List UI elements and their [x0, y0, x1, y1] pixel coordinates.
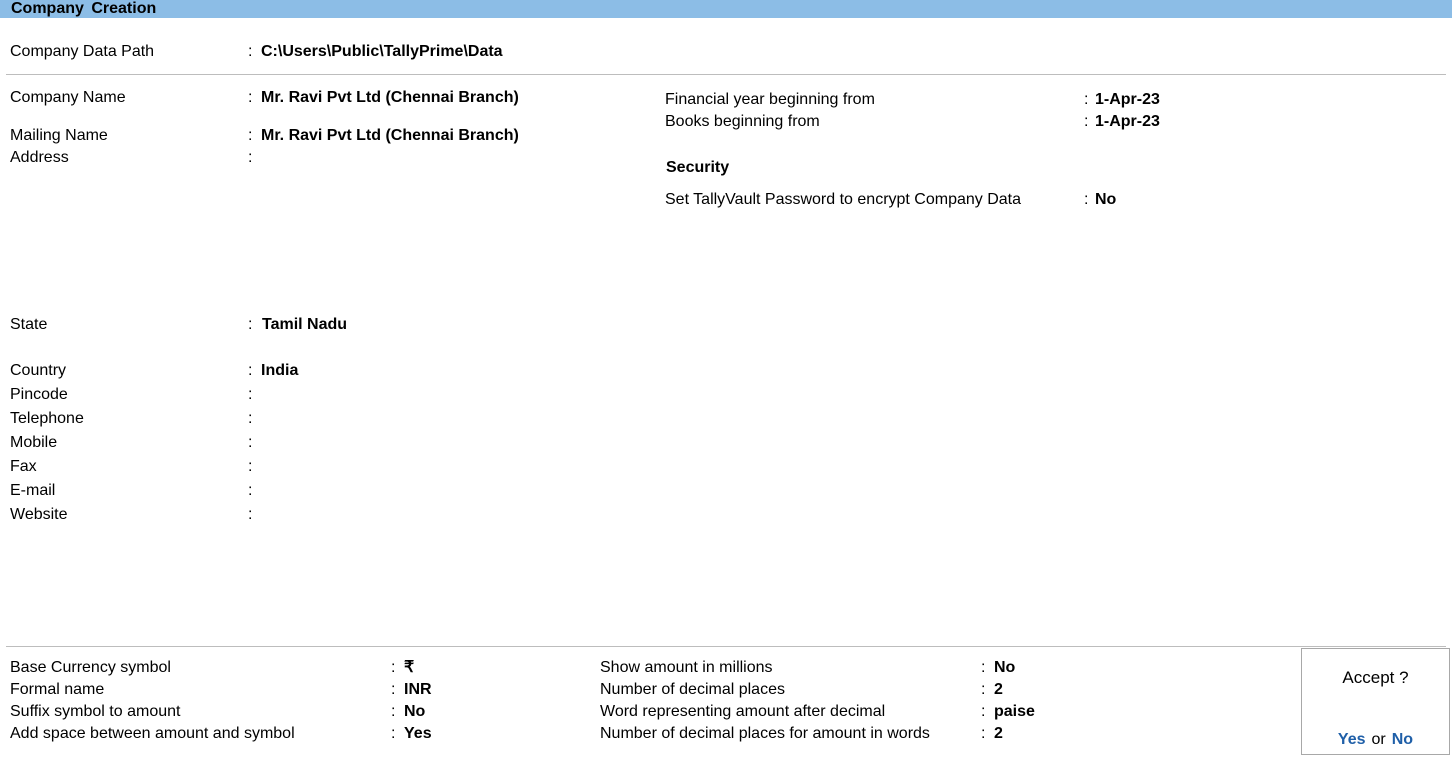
decimal-places-words-field[interactable]: 2 — [994, 724, 1003, 744]
colon: : — [248, 482, 253, 499]
security-heading: Security — [666, 159, 730, 176]
mailing-name-field[interactable]: Mr. Ravi Pvt Ltd (Chennai Branch) — [261, 126, 519, 146]
colon: : — [248, 127, 253, 144]
colon: : — [248, 386, 253, 403]
colon: : — [248, 316, 253, 333]
financial-year-field[interactable]: 1-Apr-23 — [1095, 90, 1160, 110]
accept-yes-button[interactable]: Yes — [1338, 731, 1366, 748]
suffix-symbol-label: Suffix symbol to amount — [10, 703, 181, 720]
colon: : — [248, 410, 253, 427]
books-beginning-label: Books beginning from — [665, 113, 820, 130]
telephone-label: Telephone — [10, 410, 84, 427]
title-bar: Company Creation — [0, 0, 1452, 18]
accept-no-button[interactable]: No — [1392, 731, 1413, 748]
country-field[interactable]: India — [261, 361, 298, 381]
colon: : — [248, 362, 253, 379]
mobile-label: Mobile — [10, 434, 58, 451]
colon: : — [391, 703, 396, 720]
country-label: Country — [10, 362, 67, 379]
accept-options: Yes or No — [1302, 731, 1449, 749]
colon: : — [1084, 113, 1089, 130]
suffix-symbol-field[interactable]: No — [404, 702, 425, 722]
add-space-label: Add space between amount and symbol — [10, 725, 295, 742]
colon: : — [981, 681, 986, 698]
base-currency-label: Base Currency symbol — [10, 659, 171, 676]
company-data-path-field[interactable]: C:\Users\Public\TallyPrime\Data — [261, 42, 503, 62]
formal-name-label: Formal name — [10, 681, 105, 698]
colon: : — [248, 89, 253, 106]
email-label: E-mail — [10, 482, 56, 499]
state-label: State — [10, 316, 48, 333]
financial-year-label: Financial year beginning from — [665, 91, 875, 108]
mailing-name-label: Mailing Name — [10, 127, 108, 144]
colon: : — [248, 506, 253, 523]
accept-question: Accept ? — [1342, 668, 1409, 687]
website-label: Website — [10, 506, 68, 523]
tallyvault-field[interactable]: No — [1095, 190, 1116, 210]
colon: : — [391, 725, 396, 742]
decimal-places-field[interactable]: 2 — [994, 680, 1003, 700]
accept-or-text: or — [1371, 731, 1386, 748]
add-space-field[interactable]: Yes — [404, 724, 432, 744]
page-title: Company Creation — [11, 0, 157, 17]
tallyvault-label: Set TallyVault Password to encrypt Compa… — [665, 191, 1022, 208]
address-label: Address — [10, 149, 69, 166]
company-name-label: Company Name — [10, 89, 126, 106]
colon: : — [981, 703, 986, 720]
divider — [6, 74, 1446, 75]
colon: : — [248, 434, 253, 451]
colon: : — [1084, 191, 1089, 208]
show-millions-field[interactable]: No — [994, 658, 1015, 678]
show-millions-label: Show amount in millions — [600, 659, 773, 676]
company-data-path-label: Company Data Path — [10, 43, 155, 60]
decimal-places-words-label: Number of decimal places for amount in w… — [600, 725, 930, 742]
colon: : — [981, 725, 986, 742]
fax-label: Fax — [10, 458, 37, 475]
word-after-decimal-label: Word representing amount after decimal — [600, 703, 886, 720]
colon: : — [248, 149, 253, 166]
colon: : — [391, 659, 396, 676]
colon: : — [248, 43, 253, 60]
state-field[interactable]: Tamil Nadu — [262, 315, 347, 335]
decimal-places-label: Number of decimal places — [600, 681, 785, 698]
colon: : — [1084, 91, 1089, 108]
pincode-label: Pincode — [10, 386, 68, 403]
accept-dialog: Accept ? Yes or No — [1301, 648, 1450, 755]
divider — [6, 646, 1446, 647]
colon: : — [981, 659, 986, 676]
formal-name-field[interactable]: INR — [404, 680, 432, 700]
word-after-decimal-field[interactable]: paise — [994, 702, 1035, 722]
base-currency-field[interactable]: ₹ — [404, 658, 414, 678]
books-beginning-field[interactable]: 1-Apr-23 — [1095, 112, 1160, 132]
colon: : — [248, 458, 253, 475]
company-name-field[interactable]: Mr. Ravi Pvt Ltd (Chennai Branch) — [261, 88, 519, 108]
colon: : — [391, 681, 396, 698]
